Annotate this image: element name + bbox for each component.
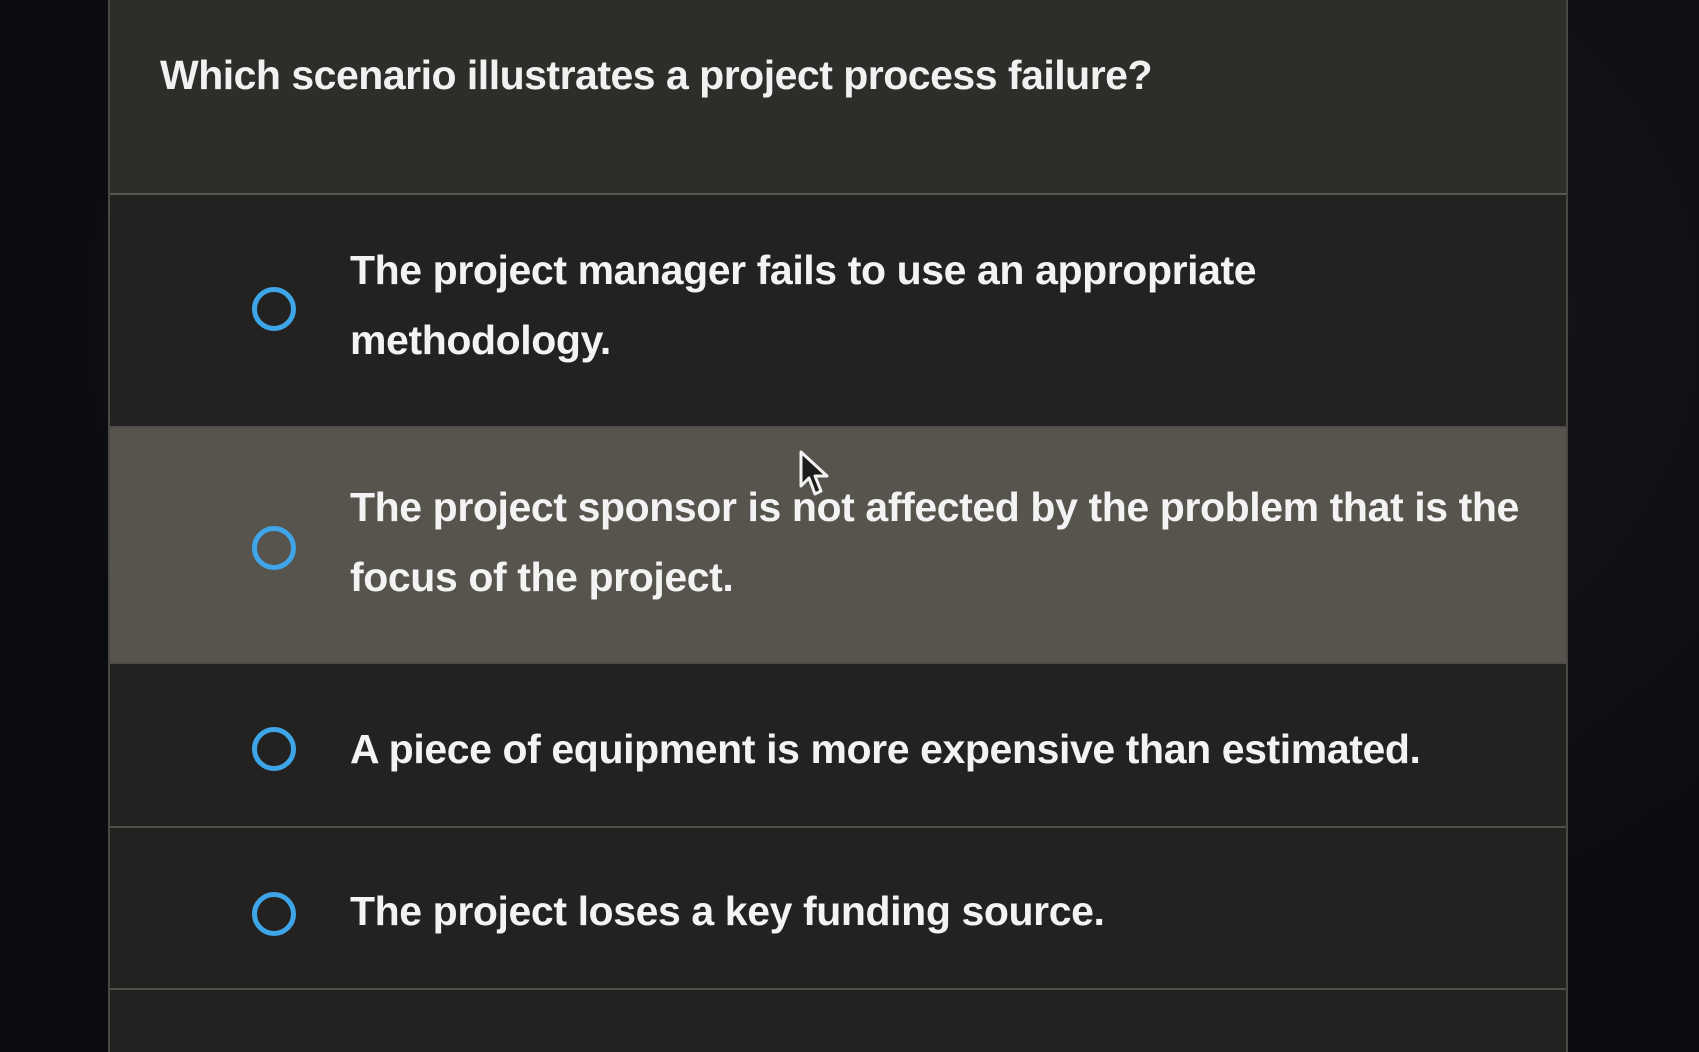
radio-unchecked-icon[interactable] bbox=[252, 727, 296, 771]
answer-option-label: The project loses a key funding source. bbox=[350, 888, 1105, 934]
radio-unchecked-icon[interactable] bbox=[252, 526, 296, 570]
answer-option-1[interactable]: The project manager fails to use an appr… bbox=[110, 195, 1566, 428]
answer-option-partial bbox=[110, 990, 1566, 1052]
question-header: Which scenario illustrates a project pro… bbox=[110, 0, 1566, 195]
mouse-pointer-icon bbox=[799, 450, 829, 496]
answer-option-label: The project sponsor is not affected by t… bbox=[350, 484, 1519, 600]
answer-option-3[interactable]: A piece of equipment is more expensive t… bbox=[110, 664, 1566, 828]
screen: Which scenario illustrates a project pro… bbox=[0, 0, 1699, 1052]
answer-option-label: A piece of equipment is more expensive t… bbox=[350, 726, 1421, 772]
answer-option-2[interactable]: The project sponsor is not affected by t… bbox=[110, 428, 1566, 664]
quiz-panel: Which scenario illustrates a project pro… bbox=[108, 0, 1568, 1052]
answer-option-4[interactable]: The project loses a key funding source. bbox=[110, 828, 1566, 990]
radio-unchecked-icon[interactable] bbox=[252, 892, 296, 936]
radio-unchecked-icon[interactable] bbox=[252, 287, 296, 331]
answer-option-label: The project manager fails to use an appr… bbox=[350, 247, 1257, 363]
question-text: Which scenario illustrates a project pro… bbox=[160, 52, 1153, 98]
